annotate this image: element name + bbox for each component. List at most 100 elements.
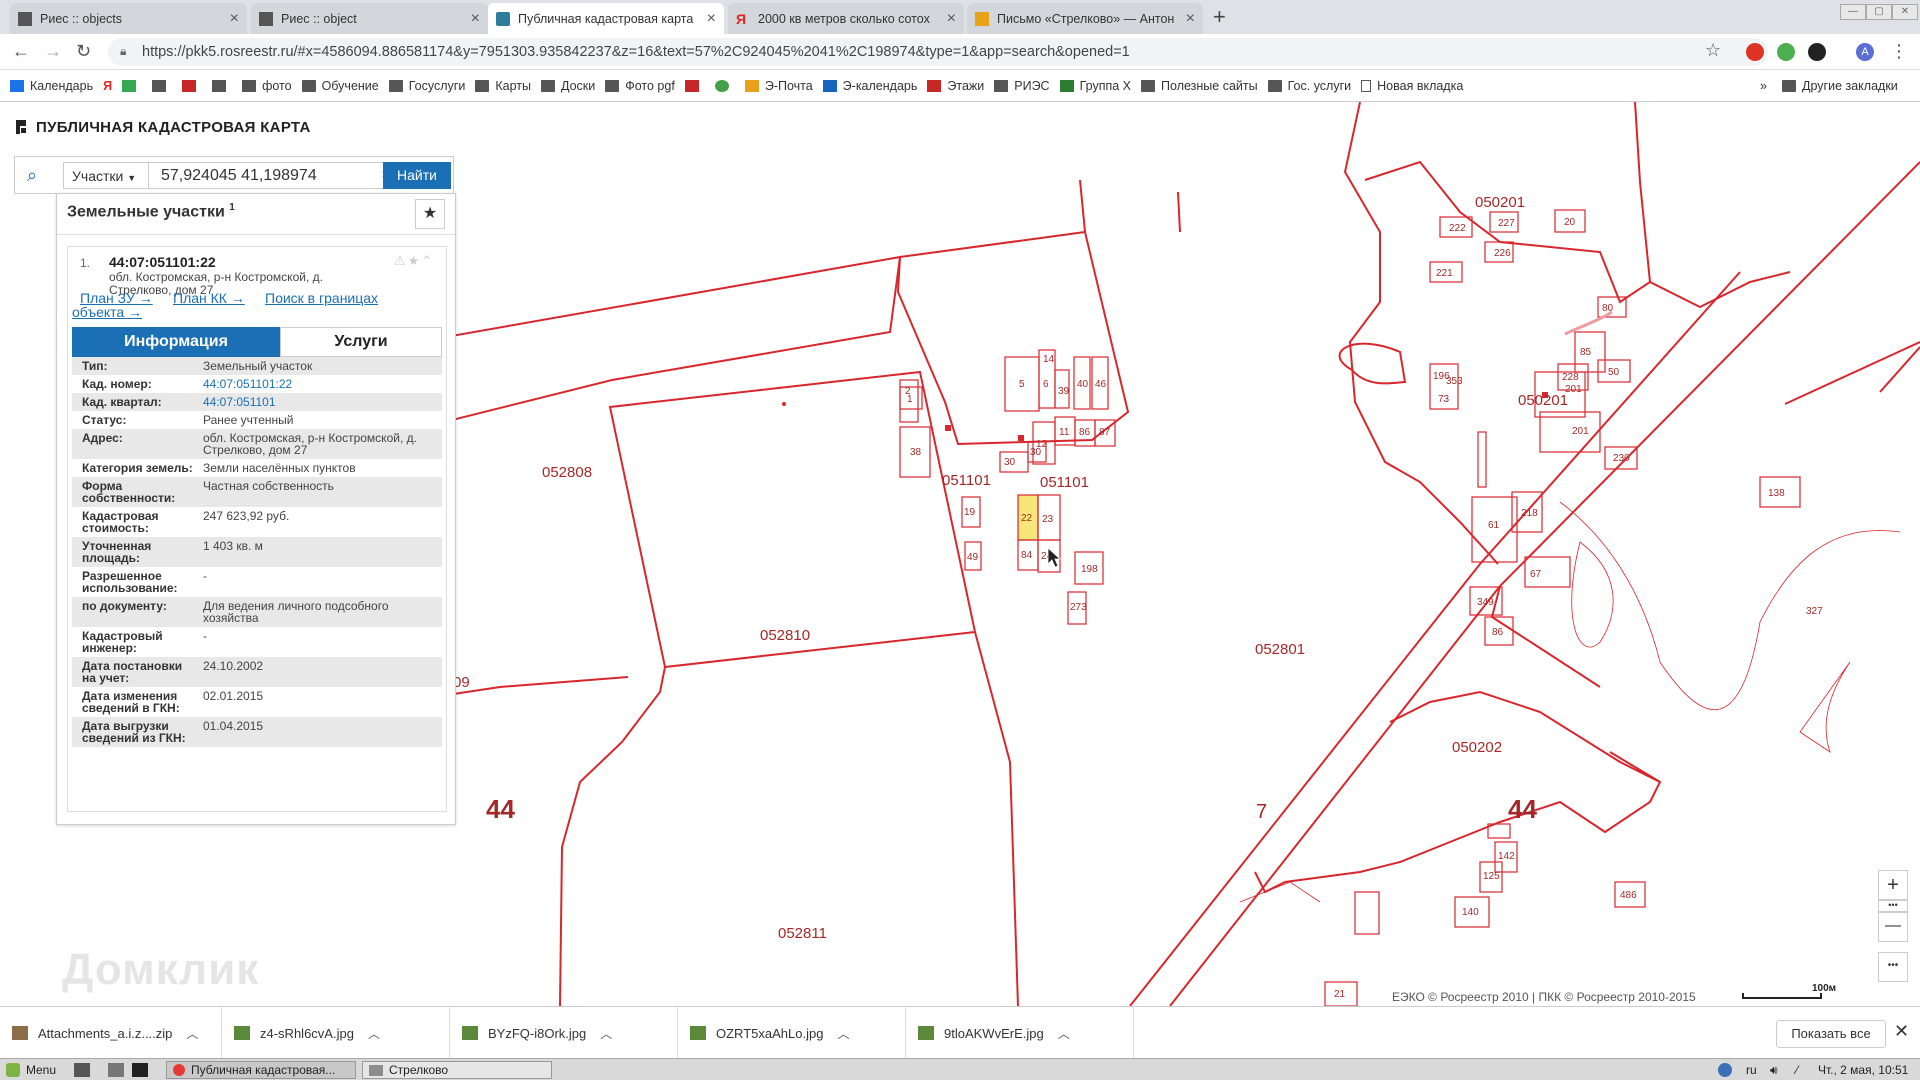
show-all-downloads-button[interactable]: Показать все	[1776, 1020, 1886, 1048]
bookmark-green[interactable]	[714, 79, 735, 92]
tab-close-icon[interactable]: ×	[947, 10, 956, 28]
zoom-dots[interactable]: •••	[1878, 900, 1908, 912]
download-item[interactable]: Attachments_a.i.z....zip ︿	[0, 1007, 222, 1059]
adblock-extension-icon[interactable]	[1746, 43, 1764, 61]
volume-icon[interactable]: 🔊︎	[1770, 1061, 1778, 1079]
tab-services[interactable]: Услуги	[280, 327, 442, 357]
close-window-button[interactable]: ✕	[1892, 4, 1918, 20]
minimize-button[interactable]: —	[1840, 4, 1866, 20]
bookmark-grid-2[interactable]	[212, 79, 232, 92]
grid-favicon-icon	[259, 11, 273, 26]
chevron-up-icon[interactable]: ︿	[368, 1025, 380, 1042]
back-arrow-icon[interactable]: ←	[12, 41, 30, 62]
taskbar-window-folder[interactable]: Стрелково	[362, 1061, 552, 1079]
search-in-bounds-link[interactable]: Поиск в границах	[265, 290, 378, 306]
chevron-up-icon[interactable]: ︿	[186, 1025, 198, 1042]
quarter-label: 052808	[542, 464, 592, 481]
search-in-bounds-link[interactable]: объекта →	[72, 304, 142, 320]
browser-tab-active[interactable]: Публичная кадастровая карта ×	[488, 3, 724, 34]
reload-icon[interactable]: ↻	[76, 41, 91, 62]
image-file-icon	[462, 1026, 478, 1040]
zoom-in-button[interactable]: +	[1878, 870, 1908, 900]
maximize-button[interactable]: ▢	[1866, 4, 1892, 20]
browser-tab[interactable]: Риес :: objects ×	[10, 3, 247, 34]
parcel-label: 226	[1494, 248, 1511, 259]
profile-avatar[interactable]: A	[1856, 43, 1874, 61]
bookmark-group[interactable]: Группа X	[1059, 79, 1131, 93]
parcel-label: 84	[1021, 550, 1033, 561]
bookmark-ecalendar[interactable]: Э-календарь	[822, 79, 917, 93]
bookmark-yandex[interactable]: Я	[103, 79, 112, 93]
more-options-button[interactable]: •••	[1878, 952, 1908, 982]
bookmarks-overflow[interactable]: »	[1760, 79, 1767, 93]
bookmark-calendar[interactable]: Календарь	[10, 79, 93, 93]
clock[interactable]: Чт., 2 мая, 10:51	[1818, 1061, 1908, 1079]
plan-kk-link[interactable]: План КК →	[173, 290, 245, 306]
browser-tab[interactable]: Я 2000 кв метров сколько сотох ×	[728, 3, 964, 34]
zoom-out-button[interactable]: —	[1878, 912, 1908, 942]
chevron-up-icon[interactable]: ︿	[1058, 1025, 1070, 1042]
new-tab-button[interactable]: +	[1213, 4, 1226, 30]
chevron-up-icon[interactable]: ︿	[600, 1025, 612, 1042]
bookmark-folder[interactable]: Полезные сайты	[1141, 79, 1258, 93]
extension-icon[interactable]	[1777, 43, 1795, 61]
download-item[interactable]: BYzFQ-i8Ork.jpg ︿	[450, 1007, 678, 1059]
bookmark-newtab[interactable]: Новая вкладка	[1361, 79, 1463, 93]
favorite-star-button[interactable]: ★	[415, 199, 445, 229]
download-item[interactable]: 9tloAKWvErE.jpg ︿	[906, 1007, 1134, 1059]
find-button[interactable]: Найти	[383, 162, 451, 189]
search-icon[interactable]: ⌕	[27, 165, 37, 186]
quarter-label: 051101	[1040, 474, 1089, 491]
card-action-icons[interactable]: ⚠★⌃	[394, 253, 434, 269]
address-bar[interactable]: 🔒︎ https://pkk5.rosreestr.ru/#x=4586094.…	[108, 38, 1768, 66]
search-input[interactable]: 57,924045 41,198974	[149, 162, 397, 189]
tab-close-icon[interactable]: ×	[471, 10, 480, 28]
bookmark-star-icon[interactable]: ☆	[1705, 40, 1721, 61]
bookmark-red[interactable]	[182, 79, 202, 92]
bookmark-folder[interactable]: Доски	[540, 79, 595, 93]
tab-close-icon[interactable]: ×	[707, 10, 716, 28]
start-menu-button[interactable]: Menu	[6, 1061, 56, 1079]
tab-title: Риес :: objects	[40, 11, 123, 26]
info-value-link[interactable]: 44:07:051101	[203, 396, 442, 408]
tab-close-icon[interactable]: ×	[1186, 10, 1195, 28]
bookmark-folder[interactable]: Госуслуги	[388, 79, 465, 93]
browser-tab[interactable]: Риес :: object ×	[251, 3, 488, 34]
terminal-launcher-icon[interactable]	[132, 1061, 148, 1079]
tab-information[interactable]: Информация	[72, 327, 280, 357]
bookmark-photo[interactable]: фото	[242, 79, 292, 93]
other-bookmarks[interactable]: Другие закладки	[1782, 79, 1898, 93]
close-downloads-icon[interactable]: ✕	[1894, 1021, 1909, 1042]
bookmark-folder[interactable]: Карты	[475, 79, 531, 93]
search-type-select[interactable]: Участки ▼	[63, 162, 149, 189]
download-item[interactable]: z4-sRhl6cvA.jpg ︿	[222, 1007, 450, 1059]
bookmark-red[interactable]	[684, 79, 705, 92]
bookmark-folder[interactable]: Фото pgf	[605, 79, 675, 93]
shield-icon	[1718, 1063, 1732, 1077]
info-value: Земли населённых пунктов	[203, 461, 356, 475]
keyboard-layout[interactable]: ru	[1746, 1061, 1757, 1079]
bookmark-grid[interactable]	[152, 79, 172, 92]
bookmark-drive[interactable]	[122, 79, 142, 92]
bookmark-mail[interactable]: Э-Почта	[744, 79, 813, 93]
show-desktop-icon[interactable]	[74, 1061, 90, 1079]
result-cad-number[interactable]: 44:07:051101:22	[109, 254, 216, 270]
files-launcher-icon[interactable]	[108, 1061, 124, 1079]
bookmark-folder[interactable]: Гос. услуги	[1267, 79, 1351, 93]
network-icon[interactable]: ⁄	[1796, 1061, 1798, 1079]
menu-kebab-icon[interactable]: ⋮	[1890, 41, 1908, 62]
info-value-link[interactable]: 44:07:051101:22	[203, 378, 442, 390]
forward-arrow-icon[interactable]: →	[44, 41, 62, 62]
download-item[interactable]: OZRT5xaAhLo.jpg ︿	[678, 1007, 906, 1059]
bookmark-label: Обучение	[321, 78, 379, 93]
chevron-up-icon[interactable]: ︿	[837, 1025, 849, 1042]
image-file-icon	[918, 1026, 934, 1040]
taskbar-window-chrome[interactable]: Публичная кадастровая...	[166, 1061, 356, 1079]
bookmark-etazhi[interactable]: Этажи	[927, 79, 984, 93]
sync-extension-icon[interactable]	[1808, 43, 1826, 61]
bookmark-ries[interactable]: РИЭС	[994, 79, 1050, 93]
browser-tab[interactable]: Письмо «Стрелково» — Антон ×	[967, 3, 1203, 34]
update-icon[interactable]	[1718, 1061, 1732, 1079]
tab-close-icon[interactable]: ×	[230, 10, 239, 28]
bookmark-folder[interactable]: Обучение	[301, 78, 379, 93]
